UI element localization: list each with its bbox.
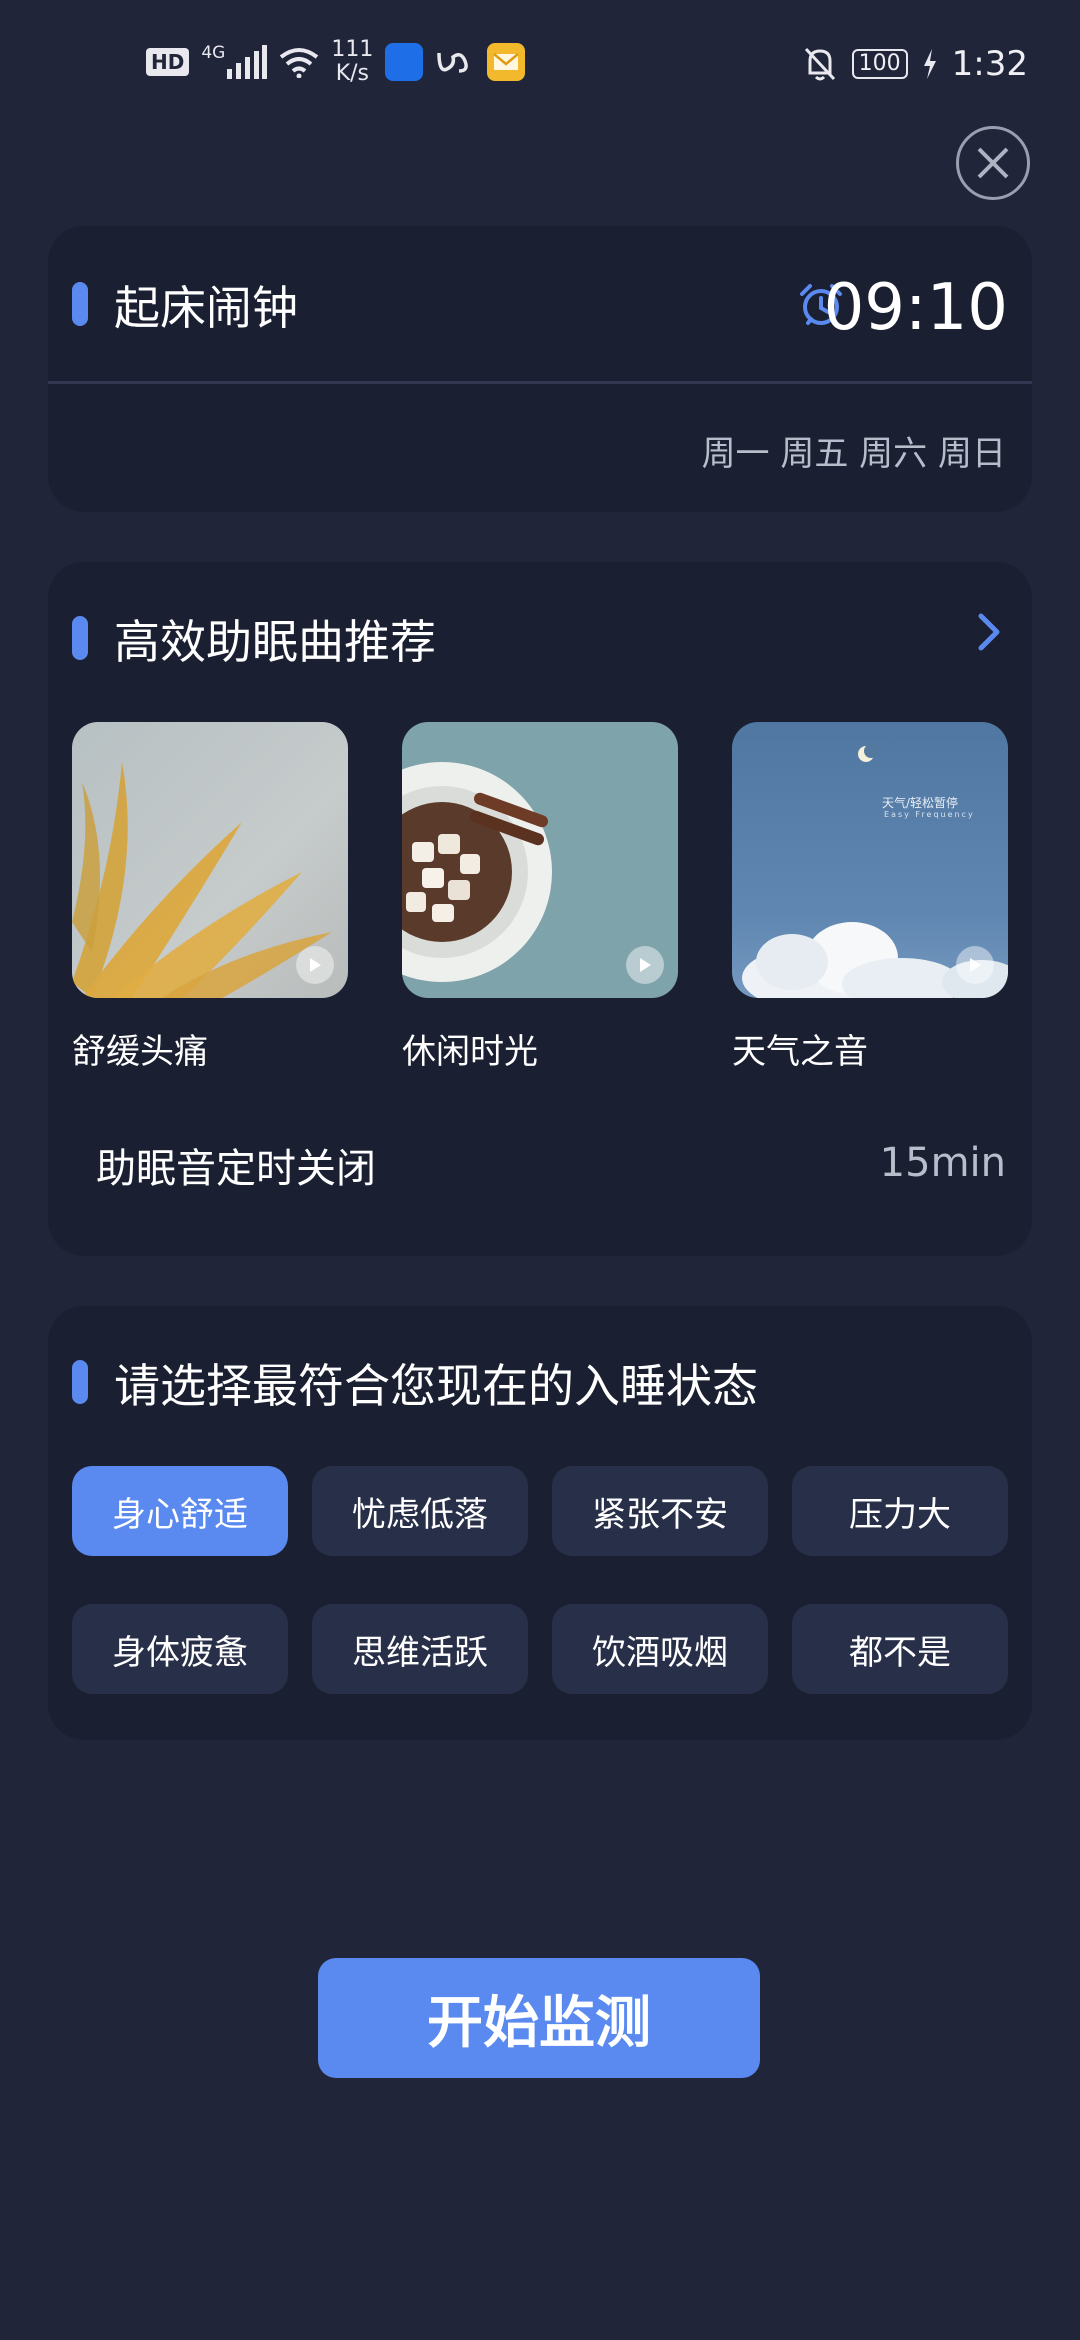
- battery-indicator: 100: [851, 49, 908, 79]
- music-label: 休闲时光: [402, 1032, 538, 1072]
- play-icon[interactable]: [296, 946, 334, 984]
- network-type: 4G: [201, 43, 226, 63]
- state-title: 请选择最符合您现在的入睡状态: [114, 1359, 758, 1413]
- music-label: 天气之音: [732, 1032, 868, 1072]
- wifi-icon: [280, 48, 319, 78]
- sleep-timer-value[interactable]: 15min: [880, 1140, 1006, 1186]
- state-option-selected[interactable]: 身心舒适: [72, 1466, 288, 1556]
- state-option[interactable]: 身体疲惫: [72, 1604, 288, 1694]
- accent-bar: [72, 1360, 88, 1404]
- close-icon: [977, 147, 1009, 179]
- status-right: 100 1:32: [802, 44, 1028, 84]
- chevron-right-icon[interactable]: [976, 612, 1002, 652]
- music-cover: [402, 722, 678, 998]
- state-option[interactable]: 忧虑低落: [312, 1466, 528, 1556]
- music-title: 高效助眠曲推荐: [114, 615, 436, 669]
- play-icon[interactable]: [956, 946, 994, 984]
- alarm-time: 09:10: [823, 271, 1008, 345]
- music-cover: 天气/轻松暂停 Easy Frequency: [732, 722, 1008, 998]
- music-cover: [72, 722, 348, 998]
- music-item-3[interactable]: 天气/轻松暂停 Easy Frequency 天气之音: [732, 722, 1008, 1073]
- sleep-timer-label[interactable]: 助眠音定时关闭: [96, 1136, 376, 1194]
- alarm-title: 起床闹钟: [114, 281, 298, 335]
- music-label: 舒缓头痛: [72, 1032, 208, 1072]
- alarm-repeat-days: 周一 周五 周六 周日: [701, 434, 1006, 474]
- network-speed: 111 K/s: [331, 38, 373, 86]
- sleep-music-card: 高效助眠曲推荐 舒缓头痛 休闲时光 天气/轻松暂停 Easy Frequency…: [48, 562, 1032, 1256]
- divider: [48, 381, 1032, 384]
- state-option[interactable]: 压力大: [792, 1466, 1008, 1556]
- mail-icon: [487, 43, 526, 81]
- music-item-2[interactable]: 休闲时光: [402, 722, 678, 1073]
- speed-value: 111: [331, 37, 374, 62]
- music-item-1[interactable]: 舒缓头痛: [72, 722, 348, 1073]
- hd-indicator: HD: [146, 48, 190, 76]
- alarm-card[interactable]: 起床闹钟 09:10 周一 周五 周六 周日: [48, 226, 1032, 512]
- state-option[interactable]: 都不是: [792, 1604, 1008, 1694]
- state-option[interactable]: 思维活跃: [312, 1604, 528, 1694]
- state-option[interactable]: 紧张不安: [552, 1466, 768, 1556]
- cover-subtext: Easy Frequency: [884, 810, 975, 819]
- accent-bar: [72, 616, 88, 660]
- play-icon[interactable]: [626, 946, 664, 984]
- state-option[interactable]: 饮酒吸烟: [552, 1604, 768, 1694]
- close-button[interactable]: [956, 126, 1030, 200]
- status-bar: HD 4G 111 K/s 100 1:32: [0, 0, 1080, 130]
- app-notification-icon: [437, 52, 469, 73]
- sleep-state-card: 请选择最符合您现在的入睡状态 身心舒适 忧虑低落 紧张不安 压力大 身体疲惫 思…: [48, 1306, 1032, 1740]
- charging-icon: [923, 49, 936, 79]
- start-monitoring-button[interactable]: 开始监测: [318, 1958, 760, 2078]
- speed-unit: K/s: [335, 61, 369, 86]
- bell-muted-icon: [804, 47, 835, 81]
- accent-bar: [72, 282, 88, 326]
- cover-text: 天气/轻松暂停: [882, 796, 959, 810]
- status-left: HD 4G 111 K/s: [146, 38, 526, 86]
- clock: 1:32: [951, 44, 1028, 84]
- signal-icon: 4G: [201, 43, 268, 79]
- app-notification-icon: [385, 43, 424, 81]
